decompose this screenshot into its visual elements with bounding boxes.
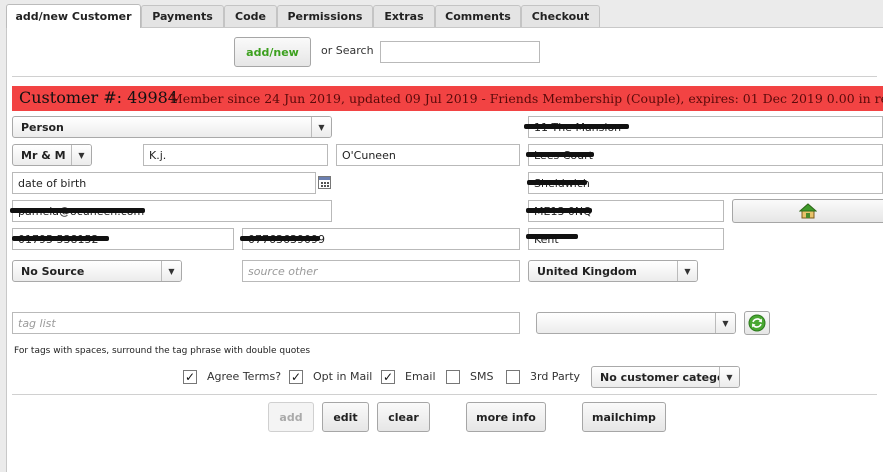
tab-add-new-customer[interactable]: add/new Customer — [6, 4, 141, 28]
mailchimp-button[interactable]: mailchimp — [582, 402, 666, 432]
customer-type-select[interactable]: Person ▼ — [12, 116, 332, 138]
customer-details: Member since 24 Jun 2019, updated 09 Jul… — [170, 91, 883, 106]
chevron-down-icon: ▼ — [311, 117, 331, 137]
or-search-label: or Search — [321, 44, 374, 57]
redaction-mark — [526, 234, 578, 239]
tag-select[interactable]: ▼ — [536, 312, 736, 334]
tag-hint-text: For tags with spaces, surround the tag p… — [14, 346, 311, 356]
email-optin-checkbox[interactable]: ✓ — [381, 370, 395, 384]
customer-category-select[interactable]: No customer catego ▼ — [591, 366, 740, 388]
opt-in-mail-label: Opt in Mail — [313, 370, 373, 383]
tab-permissions[interactable]: Permissions — [277, 5, 373, 27]
email-optin-label: Email — [405, 370, 436, 383]
agree-terms-label: Agree Terms? — [207, 370, 282, 383]
chevron-down-icon: ▼ — [719, 367, 739, 387]
tab-payments[interactable]: Payments — [141, 5, 224, 27]
add-new-button[interactable]: add/new — [234, 37, 311, 67]
edit-button[interactable]: edit — [322, 402, 369, 432]
search-input[interactable] — [380, 41, 540, 63]
opt-in-mail-checkbox[interactable]: ✓ — [289, 370, 303, 384]
redaction-mark — [240, 236, 320, 241]
sms-label: SMS — [470, 370, 494, 383]
calendar-icon[interactable] — [318, 176, 331, 189]
redaction-mark — [10, 208, 145, 213]
refresh-tags-button[interactable] — [744, 311, 770, 335]
home-icon — [799, 203, 817, 219]
title-select[interactable]: Mr & M ▼ — [12, 144, 92, 166]
divider — [12, 76, 877, 77]
country-select[interactable]: United Kingdom ▼ — [528, 260, 698, 282]
source-select[interactable]: No Source ▼ — [12, 260, 182, 282]
title-value: Mr & M — [21, 148, 66, 162]
clear-button[interactable]: clear — [377, 402, 430, 432]
redaction-mark — [12, 236, 109, 241]
chevron-down-icon: ▼ — [71, 145, 91, 165]
redaction-mark — [524, 124, 629, 129]
redaction-mark — [527, 180, 587, 185]
divider — [12, 394, 877, 395]
customer-type-value: Person — [21, 120, 64, 134]
customer-banner: Customer #: 49984 Member since 24 Jun 20… — [12, 86, 883, 111]
customer-number: Customer #: 49984 — [19, 88, 178, 107]
redaction-mark — [526, 152, 594, 157]
address-lookup-button[interactable] — [732, 199, 883, 223]
tab-checkout[interactable]: Checkout — [521, 5, 600, 27]
chevron-down-icon: ▼ — [161, 261, 181, 281]
last-name-field[interactable]: O'Cuneen — [336, 144, 520, 166]
country-value: United Kingdom — [537, 264, 637, 278]
source-value: No Source — [21, 264, 85, 278]
refresh-icon — [748, 314, 766, 332]
tag-list-input[interactable]: tag list — [12, 312, 520, 334]
more-info-button[interactable]: more info — [466, 402, 546, 432]
third-party-checkbox[interactable] — [506, 370, 520, 384]
source-other-input[interactable]: source other — [242, 260, 520, 282]
tab-extras[interactable]: Extras — [373, 5, 435, 27]
add-button[interactable]: add — [268, 402, 314, 432]
chevron-down-icon: ▼ — [715, 313, 735, 333]
sms-checkbox[interactable] — [446, 370, 460, 384]
tab-code[interactable]: Code — [224, 5, 277, 27]
chevron-down-icon: ▼ — [677, 261, 697, 281]
county-field[interactable]: Kent — [528, 228, 724, 250]
redaction-mark — [526, 208, 592, 213]
tab-comments[interactable]: Comments — [435, 5, 521, 27]
third-party-label: 3rd Party — [530, 370, 581, 383]
agree-terms-checkbox[interactable]: ✓ — [183, 370, 197, 384]
first-name-field[interactable]: K.j. — [143, 144, 328, 166]
date-of-birth-field[interactable]: date of birth — [12, 172, 316, 194]
customer-category-value: No customer catego — [600, 370, 725, 384]
